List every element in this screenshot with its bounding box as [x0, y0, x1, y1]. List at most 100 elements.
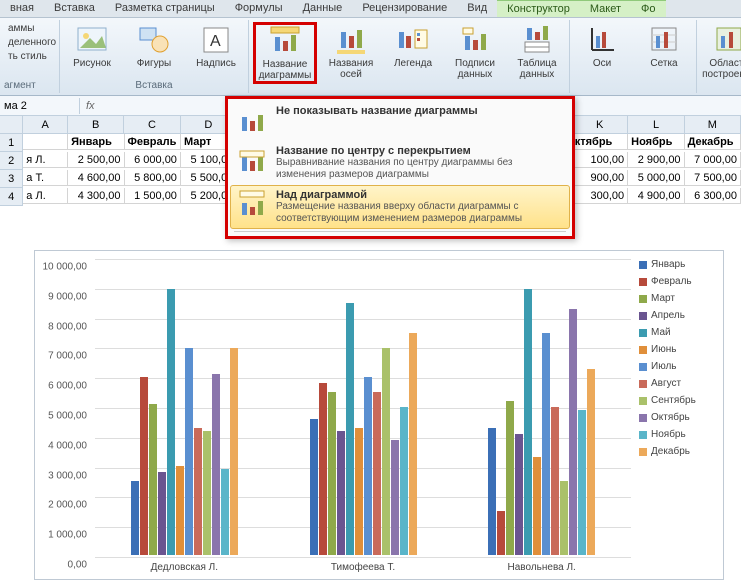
cell[interactable]: 2 500,00 [68, 152, 124, 168]
legend-item[interactable]: Январь [639, 259, 719, 270]
chart-bar[interactable] [194, 428, 202, 555]
col-header-K[interactable]: K [572, 116, 628, 134]
legend-item[interactable]: Июль [639, 361, 719, 372]
col-header-C[interactable]: C [124, 116, 180, 134]
legend-item[interactable]: Март [639, 293, 719, 304]
fragment-item-1[interactable]: аммы [4, 22, 60, 35]
data-labels-button[interactable]: Подписи данных [447, 22, 503, 84]
legend-item[interactable]: Февраль [639, 276, 719, 287]
axes-button[interactable]: Оси [574, 22, 630, 71]
tab-design[interactable]: Конструктор [497, 0, 580, 17]
cell[interactable] [23, 134, 68, 150]
name-box[interactable]: ма 2 [0, 98, 80, 114]
cell[interactable]: 900,00 [572, 170, 628, 186]
tab-pagelayout[interactable]: Разметка страницы [105, 0, 225, 17]
tab-data[interactable]: Данные [293, 0, 353, 17]
legend-item[interactable]: Декабрь [639, 446, 719, 457]
cell[interactable]: а Т. [23, 170, 68, 186]
chart-bar[interactable] [382, 348, 390, 555]
col-header-L[interactable]: L [628, 116, 684, 134]
chart-bar[interactable] [328, 392, 336, 555]
cell[interactable]: Декабрь [685, 134, 741, 150]
chart-bar[interactable] [167, 289, 175, 555]
cell[interactable]: 4 600,00 [68, 170, 124, 186]
chart-bar[interactable] [587, 369, 595, 555]
cell[interactable]: 100,00 [572, 152, 628, 168]
chart-bar[interactable] [230, 348, 238, 555]
legend-item[interactable]: Октябрь [639, 412, 719, 423]
chart-bar[interactable] [364, 377, 372, 555]
chart-bar[interactable] [212, 374, 220, 555]
textbox-button[interactable]: A Надпись [188, 22, 244, 71]
tab-review[interactable]: Рецензирование [352, 0, 457, 17]
picture-button[interactable]: Рисунок [64, 22, 120, 71]
shapes-button[interactable]: Фигуры [126, 22, 182, 71]
chart-bar[interactable] [176, 466, 184, 555]
cell[interactable]: 4 900,00 [628, 188, 684, 204]
chart-bar[interactable] [551, 407, 559, 555]
col-header-M[interactable]: M [685, 116, 741, 134]
chart-bar[interactable] [400, 407, 408, 555]
chart-bar[interactable] [409, 333, 417, 555]
plot-area-button[interactable]: Область построения [701, 22, 741, 82]
chart-bar[interactable] [140, 377, 148, 555]
chart-bar[interactable] [497, 511, 505, 555]
cell[interactable]: Январь [68, 134, 124, 150]
dd-option-none[interactable]: Не показывать название диаграммы [230, 101, 570, 141]
tab-home[interactable]: вная [0, 0, 44, 17]
cell[interactable]: а Л. [23, 188, 68, 204]
chart-bar[interactable] [185, 348, 193, 555]
cell[interactable]: Февраль [125, 134, 181, 150]
cell[interactable]: 6 000,00 [125, 152, 181, 168]
cell[interactable]: 7 000,00 [685, 152, 741, 168]
chart-bar[interactable] [373, 392, 381, 555]
chart-bar[interactable] [355, 428, 363, 555]
chart-title-button[interactable]: Название диаграммы [253, 22, 317, 84]
legend-item[interactable]: Ноябрь [639, 429, 719, 440]
legend-item[interactable]: Июнь [639, 344, 719, 355]
cell[interactable]: 2 900,00 [628, 152, 684, 168]
cell[interactable]: 1 500,00 [125, 188, 181, 204]
chart-bar[interactable] [310, 419, 318, 555]
fx-icon[interactable]: fx [80, 100, 101, 112]
col-header-B[interactable]: B [68, 116, 124, 134]
cell[interactable]: 5 800,00 [125, 170, 181, 186]
chart-bar[interactable] [391, 440, 399, 555]
chart-bar[interactable] [569, 309, 577, 555]
cell[interactable]: 300,00 [572, 188, 628, 204]
col-header-A[interactable]: A [23, 116, 68, 134]
cell[interactable]: ктябрь [572, 134, 628, 150]
fragment-item-2[interactable]: деленного [4, 36, 60, 49]
chart-bar[interactable] [158, 472, 166, 555]
chart-bar[interactable] [337, 431, 345, 555]
chart-bar[interactable] [515, 434, 523, 555]
gridlines-button[interactable]: Сетка [636, 22, 692, 71]
legend-item[interactable]: Апрель [639, 310, 719, 321]
row-header[interactable]: 3 [0, 170, 23, 188]
cell[interactable]: Ноябрь [628, 134, 684, 150]
chart-bar[interactable] [203, 431, 211, 555]
chart-bar[interactable] [578, 410, 586, 555]
chart-bar[interactable] [533, 457, 541, 555]
legend-button[interactable]: Легенда [385, 22, 441, 84]
dd-option-above[interactable]: Над диаграммойРазмещение названия вверху… [230, 185, 570, 229]
chart-bar[interactable] [506, 401, 514, 555]
corner-cell[interactable] [0, 116, 23, 134]
chart-bar[interactable] [560, 481, 568, 555]
tab-formulas[interactable]: Формулы [225, 0, 293, 17]
cell[interactable]: я Л. [23, 152, 68, 168]
tab-insert[interactable]: Вставка [44, 0, 105, 17]
cell[interactable]: 5 000,00 [628, 170, 684, 186]
chart-object[interactable]: 0,001 000,002 000,003 000,004 000,005 00… [34, 250, 724, 580]
cell[interactable]: 4 300,00 [68, 188, 124, 204]
fragment-item-3[interactable]: ть стиль [4, 50, 60, 63]
chart-bar[interactable] [542, 333, 550, 555]
chart-bar[interactable] [319, 383, 327, 555]
tab-view[interactable]: Вид [457, 0, 497, 17]
cell[interactable]: 7 500,00 [685, 170, 741, 186]
legend-item[interactable]: Май [639, 327, 719, 338]
dd-option-overlay[interactable]: Название по центру с перекрытиемВыравнив… [230, 141, 570, 185]
chart-bar[interactable] [346, 303, 354, 555]
row-header[interactable]: 2 [0, 152, 23, 170]
cell[interactable]: 6 300,00 [685, 188, 741, 204]
